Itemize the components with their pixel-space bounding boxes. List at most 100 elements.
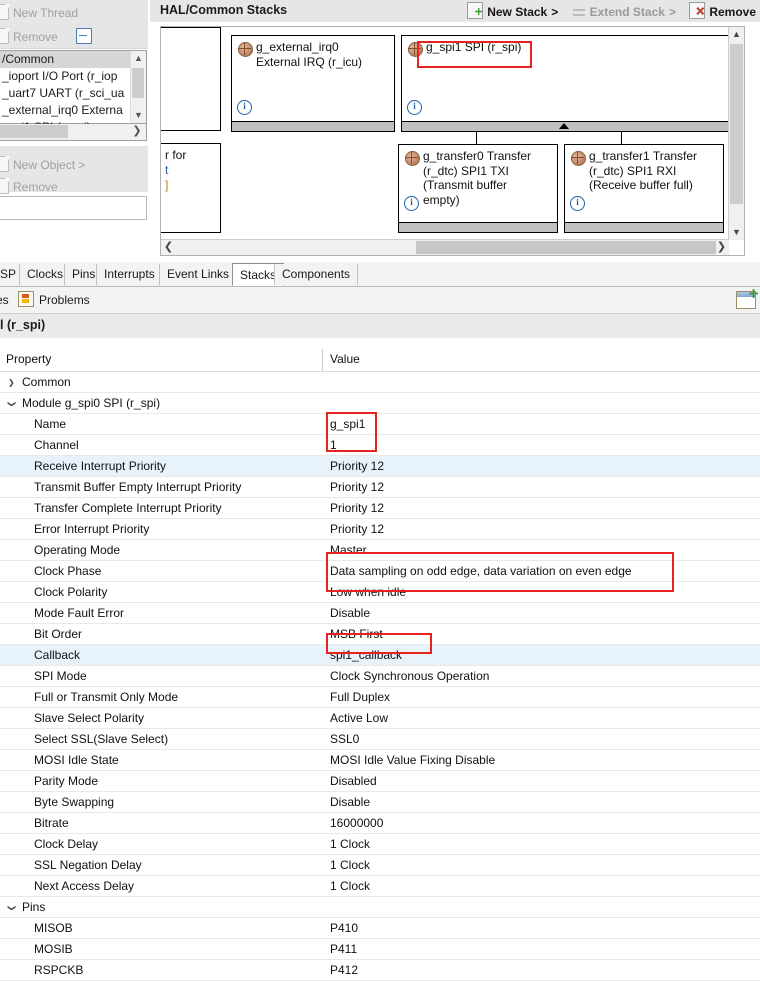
scroll-right-arrow-icon[interactable]: ❯ [130,124,144,139]
property-value[interactable]: Full Duplex [330,690,390,704]
remove-stack-button[interactable]: Remove [689,2,756,20]
list-item[interactable]: /Common [0,51,146,68]
chevron-right-icon[interactable] [8,377,18,387]
scroll-up-arrow-icon[interactable]: ▲ [729,27,744,42]
table-row[interactable]: MISOBP410 [0,918,760,939]
property-value[interactable]: P411 [330,942,357,956]
stack-node-transfer0[interactable]: g_transfer0 Transfer (r_dtc) SPI1 TXI (T… [398,144,558,233]
list-item[interactable]: _uart7 UART (r_sci_ua [0,85,146,102]
property-value[interactable]: Clock Synchronous Operation [330,669,489,683]
table-row[interactable]: Module g_spi0 SPI (r_spi) [0,393,760,414]
scrollbar-thumb[interactable] [416,241,716,254]
clipped-stack-node-top[interactable] [161,27,221,131]
threads-list-vertical-scrollbar[interactable]: ▲ ▼ [130,51,146,123]
property-value[interactable]: 1 Clock [330,879,370,893]
table-row[interactable]: Channel1 [0,435,760,456]
scrollbar-thumb[interactable] [0,125,68,138]
stack-node-spi[interactable]: g_spi1 SPI (r_spi) i [401,35,731,132]
table-row[interactable]: Bit OrderMSB First [0,624,760,645]
scrollbar-thumb[interactable] [730,44,743,204]
property-value[interactable]: MSB First [330,627,383,641]
remove-thread-button[interactable]: Remove [0,26,58,48]
table-row[interactable]: Clock PhaseData sampling on odd edge, da… [0,561,760,582]
stack-node-transfer1[interactable]: g_transfer1 Transfer (r_dtc) SPI1 RXI (R… [564,144,724,233]
table-row[interactable]: Byte SwappingDisable [0,792,760,813]
property-value[interactable]: Master [330,543,367,557]
extend-stack-button[interactable]: Extend Stack> [572,3,676,21]
property-value[interactable]: Disable [330,795,370,809]
table-row[interactable]: MOSI Idle StateMOSI Idle Value Fixing Di… [0,750,760,771]
property-value[interactable]: Priority 12 [330,480,384,494]
tab-components[interactable]: Components [274,264,358,285]
table-row[interactable]: Operating ModeMaster [0,540,760,561]
table-row[interactable]: Select SSL(Slave Select)SSL0 [0,729,760,750]
table-row[interactable]: Receive Interrupt PriorityPriority 12 [0,456,760,477]
table-row[interactable]: Next Access Delay1 Clock [0,876,760,897]
table-row[interactable]: Callbackspi1_callback [0,645,760,666]
property-value[interactable]: Data sampling on odd edge, data variatio… [330,564,632,578]
collapse-all-icon[interactable] [76,28,92,44]
column-divider[interactable] [322,349,323,371]
scroll-down-arrow-icon[interactable]: ▼ [131,108,146,123]
table-row[interactable]: Bitrate16000000 [0,813,760,834]
property-value[interactable]: Priority 12 [330,459,384,473]
table-row[interactable]: RSPCKBP412 [0,960,760,981]
stacks-canvas[interactable]: r for t ] g_external_irq0 External IRQ (… [160,26,745,256]
stack-node-external-irq[interactable]: g_external_irq0 External IRQ (r_icu) i [231,35,395,132]
table-row[interactable]: Error Interrupt PriorityPriority 12 [0,519,760,540]
tab-problems[interactable]: Problems [18,291,90,310]
tab-interrupts[interactable]: Interrupts [96,264,163,285]
scroll-right-arrow-icon[interactable]: ❯ [714,240,729,255]
info-icon[interactable]: i [570,196,585,211]
scroll-left-arrow-icon[interactable]: ❮ [161,240,176,255]
new-thread-button[interactable]: New Thread [0,2,78,24]
property-table[interactable]: Property Value CommonModule g_spi0 SPI (… [0,349,760,952]
scroll-up-arrow-icon[interactable]: ▲ [131,51,146,66]
table-row[interactable]: MOSIBP411 [0,939,760,960]
property-value[interactable]: Low when idle [330,585,406,599]
property-value[interactable]: 16000000 [330,816,383,830]
property-value[interactable]: spi1_callback [330,648,402,662]
property-value[interactable]: 1 Clock [330,837,370,851]
expand-arrow-icon[interactable] [559,123,569,129]
table-row[interactable]: Clock PolarityLow when idle [0,582,760,603]
threads-list[interactable]: /Common _ioport I/O Port (r_iop _uart7 U… [0,50,147,124]
property-value[interactable]: MOSI Idle Value Fixing Disable [330,753,495,767]
table-row[interactable]: Mode Fault ErrorDisable [0,603,760,624]
tab-properties[interactable]: es [0,291,9,310]
info-icon[interactable]: i [404,196,419,211]
table-row[interactable]: SSL Negation Delay1 Clock [0,855,760,876]
new-object-button[interactable]: New Object > [0,154,85,176]
canvas-horizontal-scrollbar[interactable]: ❮ ❯ [161,239,729,255]
table-row[interactable]: Full or Transmit Only ModeFull Duplex [0,687,760,708]
property-value[interactable]: g_spi1 [330,417,365,431]
property-value[interactable]: Priority 12 [330,522,384,536]
scrollbar-thumb[interactable] [132,68,144,98]
remove-object-button[interactable]: Remove [0,176,58,198]
table-row[interactable]: Common [0,372,760,393]
property-value[interactable]: Priority 12 [330,501,384,515]
info-icon[interactable]: i [407,100,422,115]
tab-event-links[interactable]: Event Links [159,264,237,285]
property-value[interactable]: SSL0 [330,732,359,746]
property-value[interactable]: P410 [330,921,358,935]
list-item[interactable]: _ioport I/O Port (r_iop [0,68,146,85]
chevron-down-icon[interactable] [8,398,18,408]
table-row[interactable]: SPI ModeClock Synchronous Operation [0,666,760,687]
property-value[interactable]: 1 [330,438,337,452]
property-value[interactable]: Disable [330,606,370,620]
property-value[interactable]: Disabled [330,774,377,788]
clipped-stack-node-bottom[interactable]: r for t ] [161,143,221,233]
table-row[interactable]: Slave Select PolarityActive Low [0,708,760,729]
table-row[interactable]: Pins [0,897,760,918]
table-row[interactable]: Nameg_spi1 [0,414,760,435]
table-row[interactable]: Transfer Complete Interrupt PriorityPrio… [0,498,760,519]
objects-list[interactable] [0,196,147,220]
table-row[interactable]: Parity ModeDisabled [0,771,760,792]
property-value[interactable]: Active Low [330,711,388,725]
chevron-down-icon[interactable] [8,902,18,912]
property-value[interactable]: 1 Clock [330,858,370,872]
maximize-view-icon[interactable] [736,291,756,309]
property-value[interactable]: P412 [330,963,358,977]
threads-list-horizontal-scrollbar[interactable]: ❯ [0,124,147,141]
